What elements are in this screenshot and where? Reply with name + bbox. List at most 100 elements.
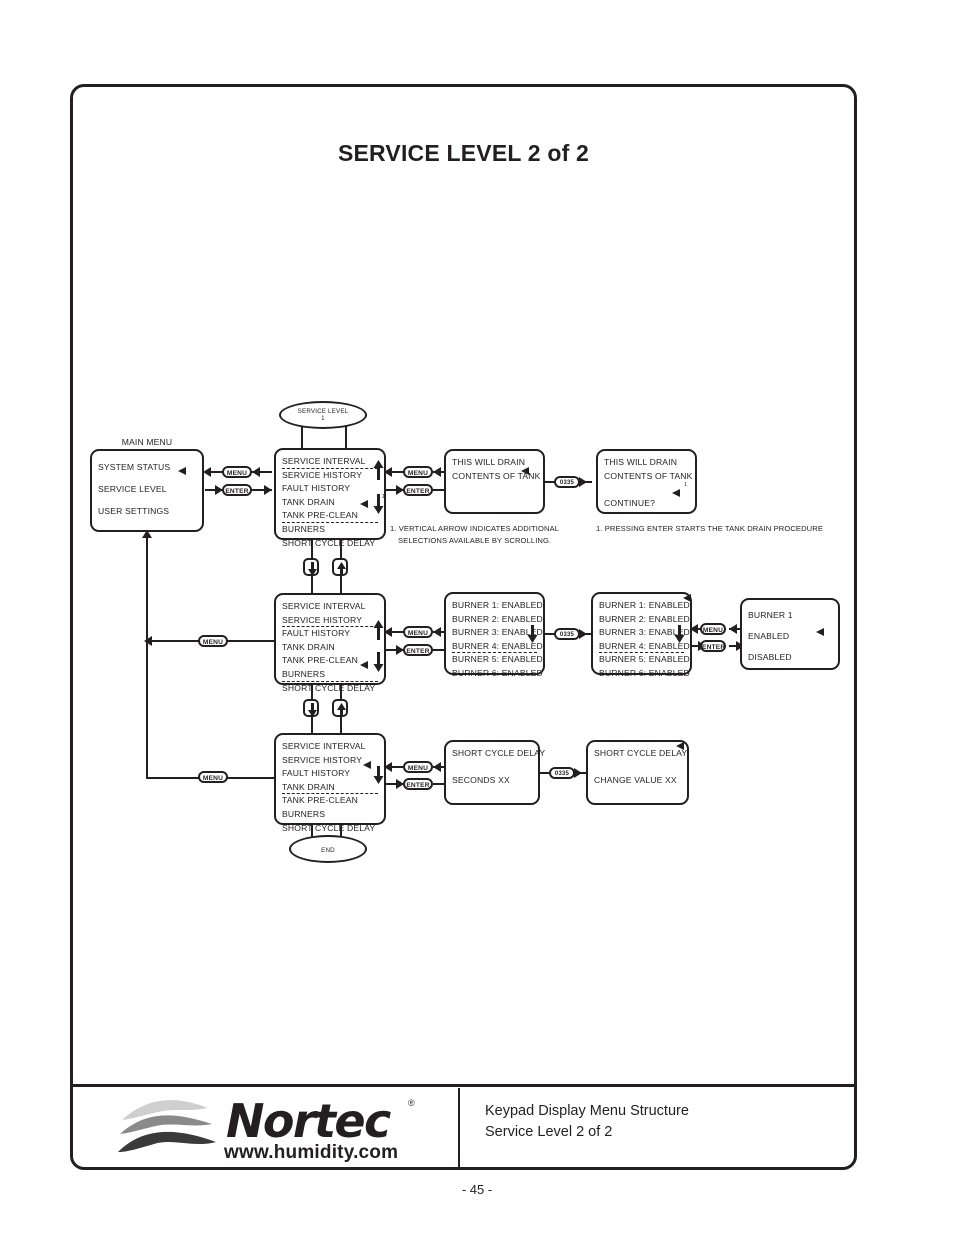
button-scroll-up-row2[interactable]	[332, 699, 348, 717]
arrowhead-row1-code	[579, 477, 587, 487]
row3-screen-change-value: SHORT CYCLE DELAY CHANGE VALUE XX	[586, 740, 689, 805]
row2-screen-a-burner3[interactable]: BURNER 3: ENABLED	[452, 626, 543, 640]
row2-item-tank-drain[interactable]: TANK DRAIN	[282, 641, 378, 655]
main-menu-heading: MAIN MENU	[121, 437, 173, 447]
row2-screen-b-burner4[interactable]: BURNER 4: ENABLED	[599, 640, 690, 654]
nortec-website-url: www.humidity.com	[224, 1142, 399, 1163]
button-enter-row2a[interactable]: ENTER	[403, 644, 433, 656]
row2-screen-b-scroll-down-icon	[674, 625, 685, 643]
connector-row3-code-left	[540, 772, 549, 775]
button-menu-row2b[interactable]: MENU	[700, 623, 726, 635]
row1-screen-b-line2: CONTENTS OF TANK	[604, 470, 693, 481]
row2-screen-a-burner4[interactable]: BURNER 4: ENABLED	[452, 640, 543, 654]
row2-scroll-down-arrow-icon	[373, 652, 384, 672]
button-scroll-down-row1[interactable]	[303, 558, 319, 576]
button-scroll-up-row1[interactable]	[332, 558, 348, 576]
row2-item-short-cycle-delay[interactable]: SHORT CYCLE DELAY	[282, 682, 378, 696]
row1-screen-drain-warning: THIS WILL DRAIN CONTENTS OF TANK	[444, 449, 545, 514]
row3-screen-short-cycle-delay: SHORT CYCLE DELAY SECONDS XX	[444, 740, 546, 805]
row1-menu-screen: SERVICE INTERVAL SERVICE HISTORY FAULT H…	[274, 448, 386, 548]
connector-start-leg-right	[345, 425, 347, 449]
footer-caption: Keypad Display Menu Structure Service Le…	[485, 1101, 689, 1143]
row3-screen-b-title: SHORT CYCLE DELAY	[594, 748, 688, 758]
row2-screen-b-burner6[interactable]: BURNER 6: ENABLED	[599, 667, 690, 681]
main-menu-cursor	[178, 467, 186, 475]
arrowhead-row2a-menu-back	[384, 627, 392, 637]
row2-screen-a-burner6[interactable]: BURNER 6: ENABLED	[452, 667, 543, 681]
row2-screen-c-cursor	[816, 628, 824, 636]
main-menu-screen: SYSTEM STATUS SERVICE LEVEL USER SETTING…	[90, 449, 204, 532]
row2-screen-a-burner1[interactable]: BURNER 1: ENABLED	[452, 599, 543, 613]
button-enter-row3a[interactable]: ENTER	[403, 778, 433, 790]
row3-item-short-cycle-delay[interactable]: SHORT CYCLE DELAY	[282, 822, 378, 836]
button-enter-row1a[interactable]: ENTER	[403, 484, 433, 496]
row1-item-burners[interactable]: BURNERS	[282, 523, 378, 537]
row1-screen-b-line4: CONTINUE?	[604, 497, 656, 508]
page-root: SERVICE LEVEL 2 of 2 SERVICE LEVEL 1 MAI…	[0, 0, 954, 1235]
button-code-row1[interactable]: 0335	[554, 476, 580, 488]
connector-row1-down-leg-right	[340, 540, 342, 559]
page-title: SERVICE LEVEL 2 of 2	[337, 140, 590, 166]
button-code-row2[interactable]: 0335	[554, 628, 580, 640]
row2-screen-b-burner2[interactable]: BURNER 2: ENABLED	[599, 613, 690, 627]
connector-row2-code-left	[545, 633, 554, 636]
row1-item-service-interval[interactable]: SERVICE INTERVAL	[282, 455, 378, 469]
arrowhead-row2b-menu-in	[729, 624, 737, 634]
row3-item-service-interval[interactable]: SERVICE INTERVAL	[282, 740, 378, 754]
arrowhead-row2b-menu-back	[690, 624, 698, 634]
row2-item-service-interval[interactable]: SERVICE INTERVAL	[282, 600, 378, 614]
button-menu-row3-return[interactable]: MENU	[198, 771, 228, 783]
button-menu-row2-return[interactable]: MENU	[198, 635, 228, 647]
arrowhead-row3a-menu-back	[384, 762, 392, 772]
button-menu-row1[interactable]: MENU	[222, 466, 252, 478]
arrowhead-row1-enter-right	[264, 485, 272, 495]
footer-divider	[458, 1088, 460, 1168]
row2-screen-b-burner1[interactable]: BURNER 1: ENABLED	[599, 599, 690, 613]
row3-screen-b-cursor	[676, 742, 684, 750]
row1-item-fault-history[interactable]: FAULT HISTORY	[282, 482, 378, 496]
row1-screen-drain-continue: THIS WILL DRAIN CONTENTS OF TANK CONTINU…	[596, 449, 697, 514]
row2-screen-c-disabled[interactable]: DISABLED	[748, 647, 832, 668]
row2-screen-b-burner3[interactable]: BURNER 3: ENABLED	[599, 626, 690, 640]
connector-row2-down-leg-right	[340, 685, 342, 700]
row3-screen-a-title: SHORT CYCLE DELAY	[452, 748, 546, 758]
row2-menu-screen: SERVICE INTERVAL SERVICE HISTORY FAULT H…	[274, 593, 386, 693]
button-menu-row3a[interactable]: MENU	[403, 761, 433, 773]
row3-screen-b-change-value[interactable]: CHANGE VALUE XX	[594, 774, 681, 788]
row3-item-fault-history[interactable]: FAULT HISTORY	[282, 767, 378, 781]
button-code-row3[interactable]: 0335	[549, 767, 575, 779]
row3-screen-b-blank	[594, 761, 681, 775]
row2-item-service-history[interactable]: SERVICE HISTORY	[282, 614, 378, 628]
row2-screen-b-cursor	[683, 594, 691, 602]
row2-screen-b-burner5[interactable]: BURNER 5: ENABLED	[599, 653, 690, 667]
arrowhead-row2-return	[144, 636, 152, 646]
row2-item-fault-history[interactable]: FAULT HISTORY	[282, 627, 378, 641]
row2-screen-a-burner5[interactable]: BURNER 5: ENABLED	[452, 653, 543, 667]
nortec-wordmark: Nortec	[226, 1094, 391, 1148]
button-enter-row2b[interactable]: ENTER	[700, 640, 726, 652]
main-menu-item-service-level[interactable]: SERVICE LEVEL	[98, 478, 196, 500]
button-menu-row2a[interactable]: MENU	[403, 626, 433, 638]
connector-row3-up-leg-left	[311, 717, 313, 733]
row3-item-tank-drain[interactable]: TANK DRAIN	[282, 781, 378, 795]
arrowhead-row3a-menu-in	[433, 762, 441, 772]
row1-screen-b-footnote-marker: 1	[684, 482, 688, 488]
button-menu-row1a[interactable]: MENU	[403, 466, 433, 478]
row3-item-tank-pre-clean[interactable]: TANK PRE-CLEAN	[282, 794, 378, 808]
button-scroll-down-row2[interactable]	[303, 699, 319, 717]
main-menu-item-user-settings[interactable]: USER SETTINGS	[98, 500, 196, 522]
row2-screen-c-title: BURNER 1	[748, 610, 793, 620]
row1-note-enter-drain: 1. PRESSING ENTER STARTS THE TANK DRAIN …	[596, 524, 823, 533]
row2-screen-a-burner2[interactable]: BURNER 2: ENABLED	[452, 613, 543, 627]
row3-cursor	[363, 761, 371, 769]
row1-item-tank-pre-clean[interactable]: TANK PRE-CLEAN	[282, 509, 378, 523]
row2-item-burners[interactable]: BURNERS	[282, 668, 378, 682]
footer-caption-line2: Service Level 2 of 2	[485, 1124, 613, 1140]
row3-screen-a-blank	[452, 761, 532, 775]
nortec-registered-mark: ®	[408, 1098, 415, 1108]
row3-scroll-down-arrow-icon	[373, 766, 384, 784]
button-enter-row1[interactable]: ENTER	[222, 484, 252, 496]
row1-item-service-history[interactable]: SERVICE HISTORY	[282, 469, 378, 483]
row3-item-burners[interactable]: BURNERS	[282, 808, 378, 822]
row1-item-short-cycle-delay[interactable]: SHORT CYCLE DELAY	[282, 537, 378, 551]
